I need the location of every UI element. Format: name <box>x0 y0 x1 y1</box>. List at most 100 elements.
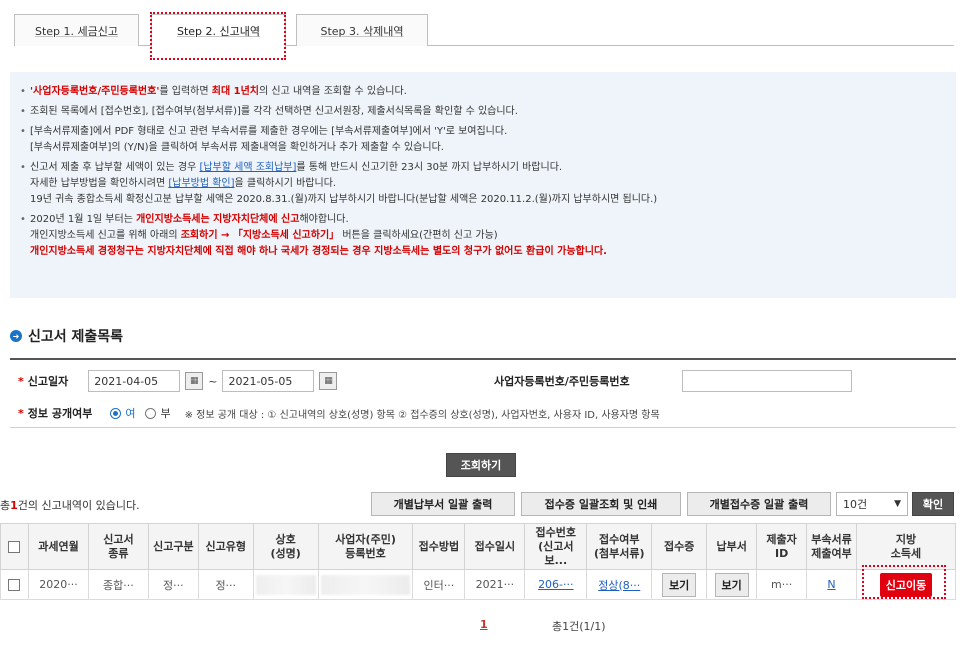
page-size-select[interactable]: 10건 ▼ <box>836 492 908 516</box>
chevron-down-icon: ▼ <box>894 499 901 509</box>
attach-link[interactable]: N <box>827 578 835 591</box>
notice-text: 개인지방소득세는 지방자치단체에 신고 <box>136 214 300 225</box>
cell-local-tax: 신고이동 <box>855 569 957 600</box>
tab-step1[interactable]: Step 1. 세금신고 <box>14 14 139 46</box>
notice-text: 버튼을 클릭하세요(간편히 신고 가능) <box>339 230 498 241</box>
result-suffix: 건의 신고내역이 있습니다. <box>17 499 140 512</box>
tab-step1-label: Step 1. 세금신고 <box>34 24 118 38</box>
table-header: 접수일시 <box>464 523 526 570</box>
search-panel: * 신고일자 2021-04-05 ▦ ~ 2021-05-05 ▦ 사업자등록… <box>10 358 956 428</box>
required-mark: * <box>18 406 24 420</box>
result-number: 1 <box>10 499 18 512</box>
notice-line: 개인지방소득세 경정청구는 지방자치단체에 직접 해야 하나 국세가 경정되는 … <box>30 244 956 260</box>
section-title-text: 신고서 제출목록 <box>28 329 124 345</box>
notice-list: '사업자등록번호/주민등록번호'를 입력하면 최대 1년치의 신고 내역을 조회… <box>10 72 956 260</box>
cell-type: 종합··· <box>87 569 149 600</box>
radio-yes-label: 여 <box>125 407 136 420</box>
redacted-name <box>255 574 316 595</box>
date-to-input[interactable]: 2021-05-05 <box>222 370 315 392</box>
cell-status: 정상(8··· <box>586 569 653 600</box>
notice-text: 조회하기 → 「지방소득세 신고하기」 <box>180 230 340 241</box>
notice-item: [부속서류제출]에서 PDF 형태로 신고 관련 부속서류를 제출한 경우에는 … <box>20 124 956 156</box>
notice-link[interactable]: [납부방법 확인] <box>168 178 234 189</box>
notice-text: 를 통해 반드시 신고기한 23시 30분 까지 납부하시기 바랍니다. <box>296 162 563 173</box>
notice-line: 개인지방소득세 신고를 위해 아래의 조회하기 → 「지방소득세 신고하기」 버… <box>30 228 956 244</box>
cell-submitter: m··· <box>756 569 808 600</box>
date-label: 신고일자 <box>27 375 69 388</box>
view-receipt-button[interactable]: 보기 <box>662 572 697 597</box>
notice-text: 최대 1년치 <box>211 86 259 97</box>
table-row: 2020··· 종합··· 정··· 정··· 인터··· 2021··· 20… <box>0 569 957 600</box>
bizno-input[interactable] <box>682 370 852 392</box>
confirm-button[interactable]: 확인 <box>912 492 954 516</box>
table-header: 상호 (성명) <box>252 523 319 570</box>
local-tax-move-button[interactable]: 신고이동 <box>879 572 933 597</box>
cell-datetime: 2021··· <box>464 569 526 600</box>
cell-period: 2020··· <box>27 569 89 600</box>
radio-no-label: 부 <box>160 407 171 420</box>
bulk-receipt-print-button[interactable]: 접수증 일괄조회 및 인쇄 <box>521 492 681 516</box>
notice-line: 19년 귀속 종합소득세 확정신고분 납부할 세액은 2020.8.31.(월)… <box>30 192 956 208</box>
bizno-label: 사업자등록번호/주민등록번호 <box>494 375 630 388</box>
step-tabs: Step 1. 세금신고 Step 2. 신고내역 Step 3. 삭제내역 <box>14 14 954 47</box>
notice-line: 2020년 1월 1일 부터는 개인지방소득세는 지방자치단체에 신고해야합니다… <box>30 212 956 228</box>
cell-name-redacted <box>252 569 319 600</box>
date-from-input[interactable]: 2021-04-05 <box>88 370 181 392</box>
individual-receipt-print-button[interactable]: 개별접수증 일괄 출력 <box>687 492 831 516</box>
table-header: 접수번호 (신고서보... <box>524 523 588 570</box>
table-header: 납부서 <box>706 523 758 570</box>
row-checkbox-cell <box>0 569 29 600</box>
tab-step2[interactable]: Step 2. 신고내역 <box>151 14 286 47</box>
page-size-value: 10건 <box>843 498 868 511</box>
bulk-payment-print-button[interactable]: 개별납부서 일괄 출력 <box>371 492 515 516</box>
table-header: 지방 소득세 <box>855 523 957 570</box>
notice-text: 19년 귀속 종합소득세 확정신고분 납부할 세액은 2020.8.31.(월)… <box>30 194 658 205</box>
radio-no[interactable] <box>145 407 157 419</box>
notice-text: 해야합니다. <box>299 214 349 225</box>
cell-receipt: 보기 <box>651 569 708 600</box>
cell-receipt-no: 206-··· <box>524 569 588 600</box>
date-separator: ~ <box>208 374 218 388</box>
required-mark: * <box>18 374 24 388</box>
result-prefix: 총 <box>0 499 11 512</box>
table-header: 과세연월 <box>27 523 89 570</box>
row-checkbox[interactable] <box>8 579 21 591</box>
notice-line: 조회된 목록에서 [접수번호], [접수여부(첨부서류)]를 각각 선택하면 신… <box>30 104 956 120</box>
receipt-no-link[interactable]: 206-··· <box>538 578 573 591</box>
redacted-regno <box>320 574 411 595</box>
notice-line: '사업자등록번호/주민등록번호'를 입력하면 최대 1년치의 신고 내역을 조회… <box>30 84 956 100</box>
view-payment-button[interactable]: 보기 <box>714 572 749 597</box>
table-header: 신고구분 <box>147 523 199 570</box>
notice-item: 조회된 목록에서 [접수번호], [접수여부(첨부서류)]를 각각 선택하면 신… <box>20 104 956 120</box>
notice-text: 의 신고 내역을 조회할 수 있습니다. <box>259 86 407 97</box>
table-header: 신고서 종류 <box>87 523 149 570</box>
notice-text: 자세한 납부방법을 확인하시려면 <box>30 178 169 189</box>
notice-link[interactable]: [납부할 세액 조회납부] <box>199 162 296 173</box>
calendar-icon[interactable]: ▦ <box>185 372 204 390</box>
search-row-date: * 신고일자 2021-04-05 ▦ ~ 2021-05-05 ▦ 사업자등록… <box>10 368 956 394</box>
calendar-icon[interactable]: ▦ <box>319 372 338 390</box>
table-header: 신고유형 <box>197 523 254 570</box>
status-link[interactable]: 정상(8··· <box>598 579 640 592</box>
radio-yes[interactable] <box>110 407 122 419</box>
table-header: 접수증 <box>651 523 708 570</box>
public-note: ※ 정보 공개 대상 : ① 신고내역의 상호(성명) 항목 ② 접수증의 상호… <box>184 409 660 421</box>
search-row-public: * 정보 공개여부 여 부 ※ 정보 공개 대상 : ① 신고내역의 상호(성명… <box>10 402 956 424</box>
cell-division: 정··· <box>147 569 199 600</box>
select-all-checkbox[interactable] <box>8 540 21 553</box>
report-table: 과세연월 신고서 종류 신고구분 신고유형 상호 (성명) 사업자(주민) 등록번호 접수방… <box>0 523 957 600</box>
notice-text: [부속서류제출]에서 PDF 형태로 신고 관련 부속서류를 제출한 경우에는 … <box>30 126 508 137</box>
notice-line: 신고서 제출 후 납부할 세액이 있는 경우 [납부할 세액 조회납부]를 통해… <box>30 160 956 176</box>
public-label: 정보 공개여부 <box>27 407 93 420</box>
notice-text: '사업자등록번호/주민등록번호' <box>30 86 160 97</box>
notice-item: '사업자등록번호/주민등록번호'를 입력하면 최대 1년치의 신고 내역을 조회… <box>20 84 956 100</box>
table-header: 부속서류 제출여부 <box>806 523 857 570</box>
cell-attach: N <box>806 569 857 600</box>
header-checkbox-cell <box>0 523 29 570</box>
tab-step3[interactable]: Step 3. 삭제내역 <box>296 14 428 46</box>
pager-total: 총1건(1/1) <box>552 620 606 633</box>
search-button[interactable]: 조회하기 <box>446 453 516 477</box>
tab-step3-label: Step 3. 삭제내역 <box>320 24 404 38</box>
notice-item: 2020년 1월 1일 부터는 개인지방소득세는 지방자치단체에 신고해야합니다… <box>20 212 956 260</box>
pager-current-page[interactable]: 1 <box>480 618 488 631</box>
